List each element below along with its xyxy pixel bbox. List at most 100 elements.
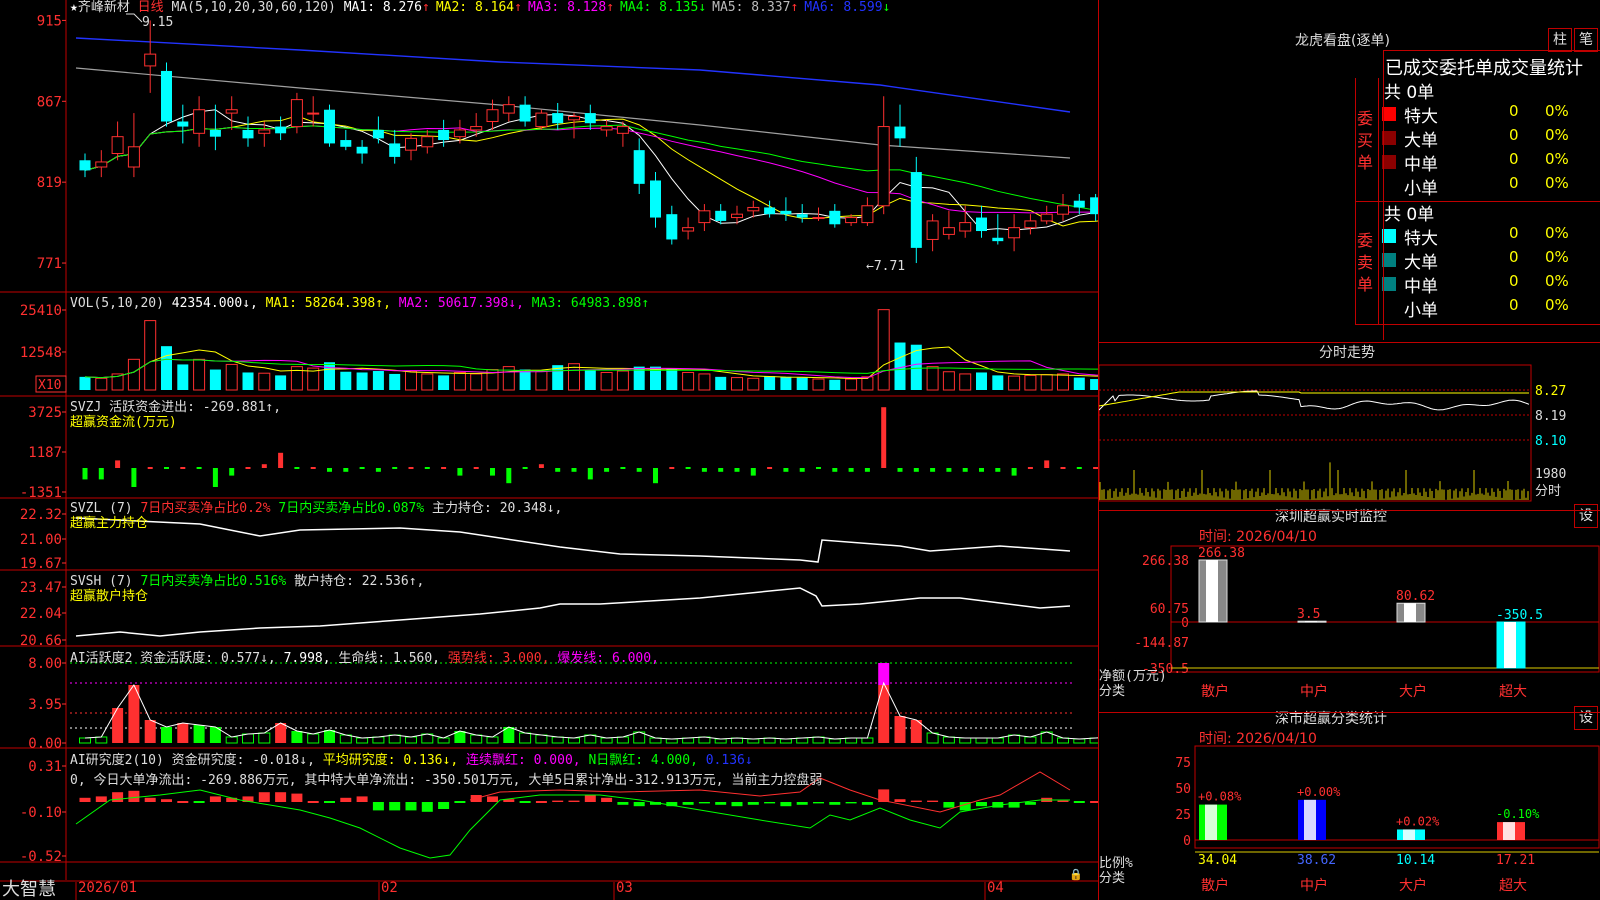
vol-bar bbox=[258, 372, 271, 391]
star-icon[interactable]: ★ bbox=[70, 0, 78, 15]
szstat-bar-chart[interactable]: 75 50 25 0 +0.08% 34.04 散户 +0.00% 38.62 中户 +0.02% 1… bbox=[1099, 740, 1600, 900]
svzj-bar bbox=[278, 452, 284, 468]
stock-name[interactable]: 齐峰新材 bbox=[78, 0, 130, 15]
ai-bar bbox=[405, 736, 417, 744]
ai-bar bbox=[291, 731, 303, 743]
intraday-chart[interactable]: 8.27 8.19 8.10 1980 分时 bbox=[1099, 360, 1600, 510]
candle-body bbox=[910, 172, 922, 248]
svzj-tick bbox=[424, 467, 430, 469]
high-annotation: 9.15 bbox=[142, 15, 173, 30]
candle-body bbox=[324, 109, 335, 144]
ai2-bar bbox=[389, 802, 401, 811]
svzl-tick: 21.00 bbox=[20, 532, 62, 548]
szstat-pct: -0.10% bbox=[1496, 807, 1540, 821]
main-chart-area[interactable]: 915 867 819 771 9.15 ←7.71 25410 12548 X10 3725 11… bbox=[0, 0, 1099, 900]
svzj-bar bbox=[82, 468, 88, 480]
divider bbox=[1099, 712, 1600, 713]
ai2-bar bbox=[128, 790, 140, 802]
sell-row-count: 0 bbox=[1509, 272, 1519, 290]
szmon-cat: 散户 bbox=[1201, 683, 1229, 700]
szstat-bar-highlight bbox=[1403, 829, 1415, 840]
period-label[interactable]: 日线 bbox=[138, 0, 164, 15]
low-annotation: ←7.71 bbox=[866, 259, 905, 274]
vol-bar bbox=[519, 369, 531, 390]
ai-bar bbox=[1057, 737, 1069, 744]
svzj-bar bbox=[979, 468, 984, 472]
vol-tick: 12548 bbox=[20, 345, 62, 361]
vol-bar bbox=[1057, 373, 1069, 391]
ai2-bar bbox=[910, 800, 922, 802]
svzl-title-part: 7日内买卖净占比0.087% bbox=[271, 500, 425, 516]
ai2-summary: 0, 今日大单净流出: -269.886万元, 其中特大单净流出: -350.5… bbox=[70, 772, 822, 788]
ai2-bar bbox=[438, 802, 450, 809]
svzl-subtitle: 超赢主力持仓 bbox=[70, 515, 148, 531]
svzj-bar bbox=[881, 407, 887, 468]
svzj-bar bbox=[930, 468, 936, 472]
ma-value-1: MA1: 8.276↑ bbox=[343, 0, 430, 15]
vol-bar bbox=[438, 375, 450, 390]
svzj-bar bbox=[457, 468, 463, 476]
kline-chart-svg[interactable]: 915 867 819 771 9.15 ←7.71 25410 12548 X10 3725 11… bbox=[0, 0, 1099, 900]
ai-title-part: 7.998, bbox=[276, 651, 331, 666]
szmon-tick: 60.75 bbox=[1150, 602, 1189, 617]
szstat-settings-button[interactable]: 设 bbox=[1574, 706, 1598, 730]
candle-body bbox=[502, 104, 515, 114]
divider bbox=[1355, 324, 1600, 325]
tick-mode-button[interactable]: 笔 bbox=[1574, 28, 1598, 52]
ai2-tick bbox=[177, 801, 189, 803]
vol-tick: 25410 bbox=[20, 303, 62, 319]
price-tick: 867 bbox=[37, 94, 62, 110]
szstat-cat: 超大 bbox=[1499, 878, 1527, 894]
candle-body bbox=[568, 115, 580, 121]
buy-row-count: 0 bbox=[1509, 102, 1519, 120]
price-header: ★齐峰新材 日线 MA(5,10,20,30,60,120) MA1: 8.27… bbox=[70, 0, 896, 16]
vol-bar bbox=[942, 371, 955, 391]
vol-bar bbox=[127, 358, 140, 391]
buy-row-name: 特大 bbox=[1404, 107, 1438, 127]
candle-body bbox=[1057, 205, 1069, 215]
candle-body bbox=[470, 126, 483, 131]
sell-row-count: 0 bbox=[1509, 224, 1519, 242]
szmon-settings-button[interactable]: 设 bbox=[1574, 504, 1598, 528]
ai-bar bbox=[437, 737, 450, 744]
vol-bar bbox=[372, 371, 384, 390]
vol-bar bbox=[95, 377, 108, 391]
ai-title: AI活跃度2 资金活跃度: 0.577↓, 7.998, 生命线: 1.560,… bbox=[70, 650, 659, 666]
ai2-bar bbox=[796, 802, 808, 805]
date-label: 2026/01 bbox=[78, 880, 137, 896]
ai2-summary-part: 0, 今日大单净流出: -269.886万元, 其中特大单净流出: -350.5… bbox=[70, 772, 822, 788]
fenshi-title: 分时走势 bbox=[1319, 345, 1375, 361]
candle-body bbox=[453, 129, 466, 138]
szmon-bar-label: 3.5 bbox=[1297, 607, 1320, 622]
bar-mode-button[interactable]: 柱 bbox=[1548, 28, 1572, 52]
svsh-subtitle: 超赢散户持仓 bbox=[70, 588, 148, 604]
vol-bar bbox=[747, 377, 760, 391]
ai2-bar bbox=[1024, 802, 1036, 805]
svzj-bar bbox=[864, 468, 870, 472]
svzj-bar bbox=[131, 468, 137, 487]
ai2-tick bbox=[324, 801, 335, 803]
divider bbox=[1383, 50, 1384, 340]
ai2-bar bbox=[617, 802, 629, 805]
svzj-bar bbox=[375, 468, 381, 472]
ai-tick: 8.00 bbox=[28, 656, 62, 672]
szstat-value: 10.14 bbox=[1396, 853, 1435, 868]
fenshi-tick: 8.27 bbox=[1535, 384, 1566, 399]
svzj-subtitle: 超赢资金流(万元) bbox=[70, 414, 177, 430]
svzj-bar bbox=[734, 468, 740, 472]
lhb-tab-bar[interactable]: 已成交委托单成交量统计 bbox=[1385, 54, 1600, 80]
ai2-bar bbox=[161, 799, 172, 802]
szmon-bar-chart[interactable]: 266.38 60.750 -144.87 -350.5 266.38 散户 3.5 中户 80… bbox=[1099, 540, 1600, 710]
candle-body bbox=[926, 220, 939, 240]
vol-bar bbox=[926, 366, 939, 391]
divider bbox=[1098, 0, 1099, 900]
divider bbox=[1378, 78, 1379, 324]
ai-title-part: AI活跃度2 bbox=[70, 650, 132, 666]
lock-icon[interactable]: 🔒 bbox=[1069, 868, 1083, 881]
candle-body bbox=[600, 126, 613, 131]
vol-bar bbox=[845, 378, 858, 391]
ai2-title-part: 0.136↓ bbox=[698, 753, 753, 768]
svzl-tick: 22.32 bbox=[20, 507, 62, 523]
ai-bar bbox=[372, 736, 385, 744]
ma-arrow: ↑ bbox=[422, 0, 430, 15]
